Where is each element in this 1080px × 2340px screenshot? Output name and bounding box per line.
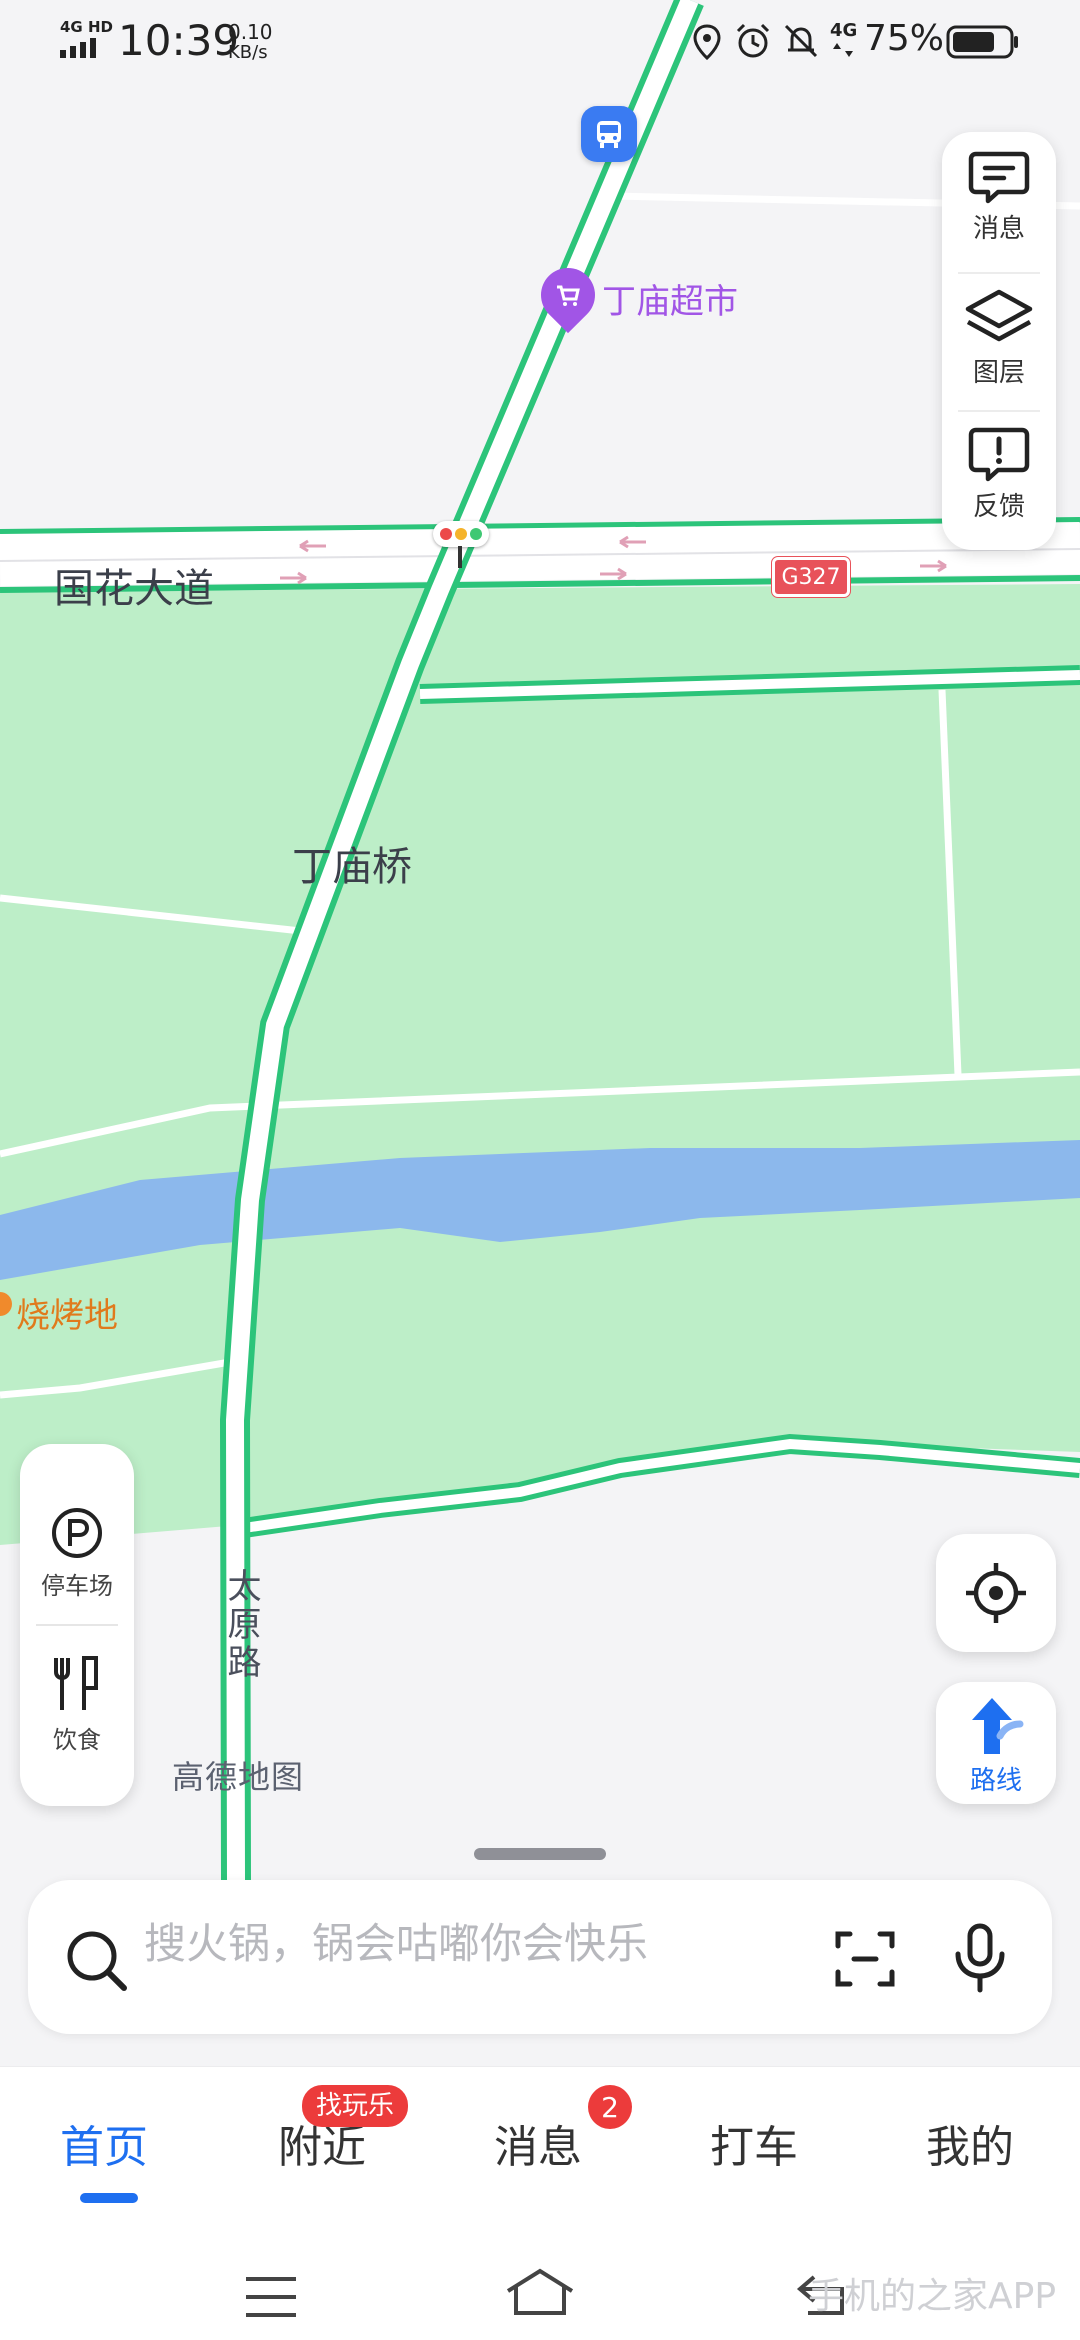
park-area [0, 584, 1080, 1545]
traffic-light-icon[interactable] [433, 521, 489, 547]
layers-button[interactable]: 图层 [942, 270, 1056, 406]
route-arrow-icon [972, 1698, 1024, 1754]
messages-button[interactable]: 消息 [942, 132, 1056, 268]
home-icon[interactable] [504, 2267, 576, 2317]
route-label: 路线 [969, 1766, 1022, 1796]
messages-label: 消息 [972, 214, 1025, 244]
message-icon [968, 151, 1030, 204]
status-bar: 4G HD 10:39 0.10 KB/s 4G 75% [0, 0, 1080, 84]
signal-icon [60, 38, 96, 58]
parking-button[interactable]: 停车场 [20, 1506, 134, 1601]
net-speed-value: 0.10 [228, 20, 273, 44]
tab-mine[interactable]: 我的 [926, 2111, 1014, 2175]
cart-icon[interactable] [529, 256, 607, 334]
scan-icon[interactable] [834, 1928, 896, 1990]
data-arrows-icon [833, 43, 853, 57]
feedback-label: 反馈 [972, 492, 1025, 522]
search-input[interactable]: 搜火锅，锅会咕嘟你会快乐 [144, 1910, 648, 1971]
tab-bar: 首页 附近 找玩乐 消息 2 打车 我的 手机的之家APP [0, 2066, 1080, 2340]
layers-icon [965, 289, 1033, 342]
alarm-icon [736, 23, 770, 58]
nearby-badge: 找玩乐 [302, 2085, 409, 2127]
net-speed-unit: KB/s [228, 42, 268, 63]
road-label-vertical: 太原路 [221, 1568, 261, 1682]
data-type: 4G [830, 20, 858, 41]
parking-label: 停车场 [41, 1572, 113, 1600]
locate-button[interactable] [936, 1534, 1056, 1652]
bottom-sheet: 搜火锅，锅会咕嘟你会快乐 首页 附近 找玩乐 消息 2 打车 我的 手机的之家A… [0, 1830, 1080, 2340]
divider [36, 1624, 118, 1626]
search-bar[interactable]: 搜火锅，锅会咕嘟你会快乐 [28, 1880, 1052, 2034]
feedback-icon [968, 427, 1030, 482]
highway-shield: G327 [772, 557, 850, 597]
food-button[interactable]: 饮食 [20, 1654, 134, 1755]
drag-handle[interactable] [474, 1848, 606, 1860]
watermark: 手机的之家APP [808, 2276, 1057, 2317]
network-type: 4G HD [60, 18, 113, 36]
battery-icon [946, 25, 1018, 59]
utensils-icon [54, 1656, 98, 1710]
map-logo: 高德地图 [172, 1758, 305, 1796]
location-icon [693, 24, 721, 60]
bus-stop-icon[interactable] [581, 106, 637, 162]
layers-label: 图层 [972, 358, 1025, 388]
tab-home[interactable]: 首页 [60, 2111, 148, 2175]
poi-bbq-label[interactable]: 烧烤地 [16, 1288, 118, 1337]
traffic-light-pole [458, 546, 462, 568]
road-label-main: 国花大道 [54, 566, 214, 612]
poi-filter-panel: 停车场 饮食 [20, 1444, 134, 1806]
route-button[interactable]: 路线 [936, 1682, 1056, 1804]
bridge-label: 丁庙桥 [292, 844, 412, 890]
feedback-button[interactable]: 反馈 [942, 408, 1056, 544]
tab-taxi[interactable]: 打车 [710, 2111, 798, 2175]
amap-home-screen: 丁庙超市 烧烤地 国花大道 丁庙桥 太原路 G327 高德地图 4G HD 10… [0, 0, 1080, 2340]
tab-active-indicator [80, 2193, 138, 2203]
battery-percent: 75% [864, 18, 945, 59]
poi-supermarket-label[interactable]: 丁庙超市 [602, 274, 738, 323]
food-label: 饮食 [53, 1726, 101, 1754]
locate-icon [966, 1563, 1026, 1623]
map-control-panel: 消息 图层 反馈 [942, 132, 1056, 550]
bell-off-icon [784, 24, 818, 58]
messages-badge: 2 [588, 2085, 632, 2129]
mic-icon[interactable] [952, 1922, 1008, 1994]
search-icon [67, 1931, 127, 1991]
tab-messages[interactable]: 消息 [494, 2111, 582, 2175]
parking-icon [52, 1508, 102, 1558]
menu-icon[interactable] [244, 2275, 298, 2319]
clock: 10:39 [118, 16, 240, 65]
